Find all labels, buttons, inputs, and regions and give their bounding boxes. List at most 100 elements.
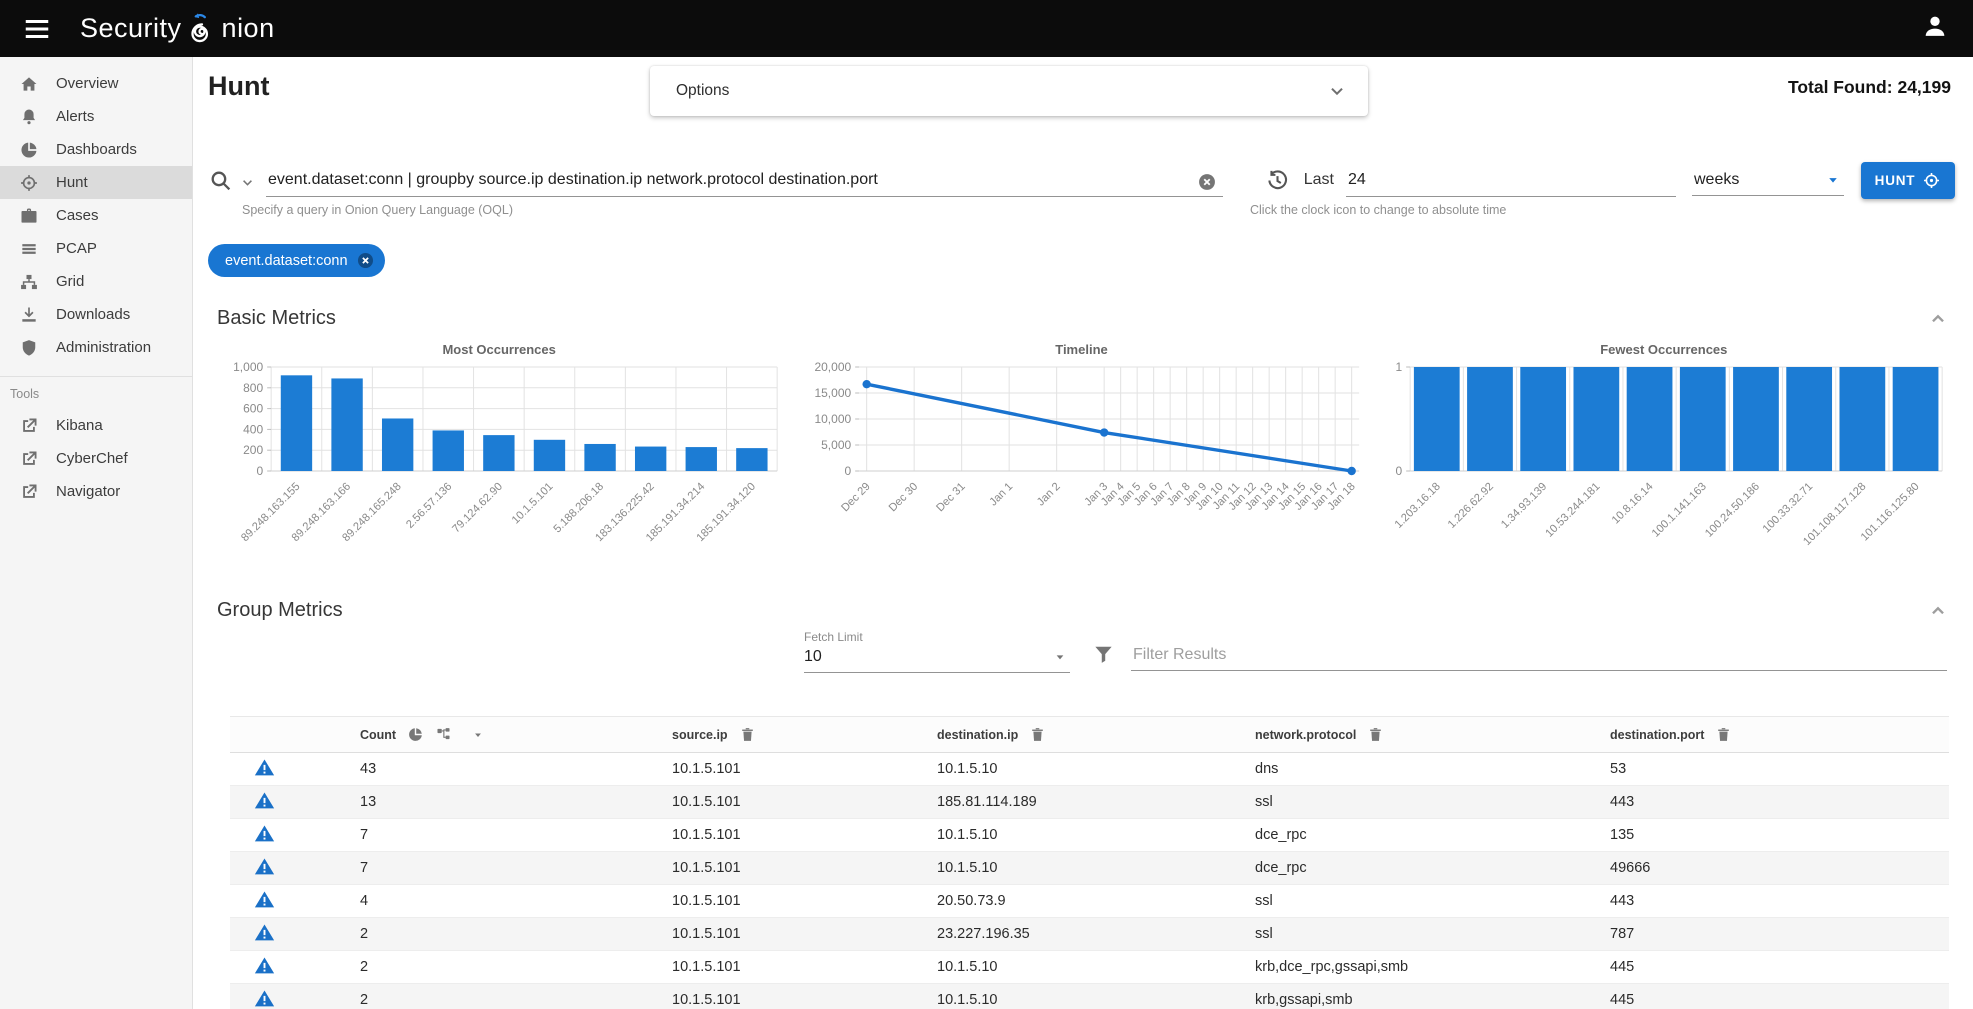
external-link-icon — [19, 449, 39, 469]
sidebar-item-administration[interactable]: Administration — [0, 331, 192, 364]
table-cell: 2 — [360, 918, 672, 951]
filter-chip[interactable]: event.dataset:conn — [208, 244, 385, 277]
table-cell: 185.81.114.189 — [937, 786, 1255, 819]
svg-text:0: 0 — [1395, 464, 1402, 478]
table-row: 410.1.5.10120.50.73.9ssl443 — [230, 885, 1949, 918]
sidebar-item-grid[interactable]: Grid — [0, 265, 192, 298]
table-cell: 10.1.5.101 — [672, 786, 937, 819]
warning-icon[interactable] — [254, 823, 275, 844]
pie-chart-icon[interactable] — [407, 726, 424, 743]
clear-query-icon[interactable] — [1197, 172, 1217, 192]
topbar: Security nion — [0, 0, 1973, 57]
sidebar-item-label: Overview — [56, 75, 119, 92]
group-metrics-table: Countsource.ipdestination.ipnetwork.prot… — [230, 716, 1949, 1009]
svg-text:Dec 30: Dec 30 — [887, 481, 921, 515]
sidebar-tool-cyberchef[interactable]: CyberChef — [0, 442, 192, 475]
warning-icon[interactable] — [254, 955, 275, 976]
svg-text:5,000: 5,000 — [821, 438, 851, 452]
trash-icon[interactable] — [1029, 726, 1046, 743]
sidebar-item-cases[interactable]: Cases — [0, 199, 192, 232]
table-cell: 7 — [360, 852, 672, 885]
warning-icon[interactable] — [254, 856, 275, 877]
sidebar-item-dashboards[interactable]: Dashboards — [0, 133, 192, 166]
table-row: 210.1.5.10123.227.196.35ssl787 — [230, 918, 1949, 951]
warning-icon[interactable] — [254, 988, 275, 1009]
chevron-down-icon — [1326, 80, 1348, 102]
table-row: 710.1.5.10110.1.5.10dce_rpc135 — [230, 819, 1949, 852]
sidebar-tool-navigator[interactable]: Navigator — [0, 475, 192, 508]
table-cell: 23.227.196.35 — [937, 918, 1255, 951]
options-expander[interactable]: Options — [650, 66, 1368, 116]
most-occurrences-chart: Most Occurrences02004006008001,00089.248… — [208, 342, 790, 581]
history-clock-icon[interactable] — [1265, 168, 1290, 193]
svg-text:1: 1 — [1395, 360, 1402, 374]
units-select[interactable]: weeks — [1692, 165, 1844, 196]
sidebar-tool-kibana[interactable]: Kibana — [0, 409, 192, 442]
options-label: Options — [676, 82, 729, 100]
sidebar: Overview AlertsDashboardsHunt Cases PCAPGri… — [0, 57, 193, 1009]
table-cell: 10.1.5.101 — [672, 819, 937, 852]
trash-icon[interactable] — [1367, 726, 1384, 743]
table-cell: 43 — [360, 753, 672, 786]
svg-text:200: 200 — [243, 443, 263, 457]
sidebar-item-overview[interactable]: Overview — [0, 67, 192, 100]
table-cell: dns — [1255, 753, 1610, 786]
app-window: Security nion Overview AlertsDashboardsHu… — [0, 0, 1973, 1009]
table-cell: 10.1.5.10 — [937, 819, 1255, 852]
sidebar-item-label: Cases — [56, 207, 99, 224]
time-hint: Click the clock icon to change to absolu… — [1250, 203, 1506, 217]
brand-text-left: Security — [80, 13, 182, 44]
shield-icon — [19, 338, 39, 358]
sidebar-tools: KibanaCyberChefNavigator — [0, 409, 192, 508]
search-icon[interactable] — [208, 168, 233, 193]
table-cell: 10.1.5.101 — [672, 852, 937, 885]
briefcase-icon — [19, 206, 39, 226]
table-row: 210.1.5.10110.1.5.10krb,gssapi,smb445 — [230, 984, 1949, 1009]
warning-icon[interactable] — [254, 790, 275, 811]
svg-text:1.226.62.92: 1.226.62.92 — [1445, 481, 1495, 531]
table-row: 210.1.5.10110.1.5.10krb,dce_rpc,gssapi,s… — [230, 951, 1949, 984]
column-label: destination.ip — [937, 728, 1018, 742]
table-row: 710.1.5.10110.1.5.10dce_rpc49666 — [230, 852, 1949, 885]
svg-text:Dec 29: Dec 29 — [840, 481, 874, 515]
hunt-button[interactable]: HUNT — [1861, 162, 1955, 199]
crosshair-icon — [19, 173, 39, 193]
column-header-network-protocol: network.protocol — [1255, 717, 1610, 753]
trash-icon[interactable] — [1715, 726, 1732, 743]
sidebar-item-pcap[interactable]: PCAP — [0, 232, 192, 265]
sidebar-item-hunt[interactable]: Hunt — [0, 166, 192, 199]
warning-icon[interactable] — [254, 922, 275, 943]
warning-icon[interactable] — [254, 757, 275, 778]
table-cell: 10.1.5.10 — [937, 984, 1255, 1009]
table-cell: 10.1.5.10 — [937, 753, 1255, 786]
groupby-icon[interactable] — [435, 726, 452, 743]
filter-results-input[interactable] — [1131, 640, 1947, 671]
sidebar-item-alerts[interactable]: Alerts — [0, 100, 192, 133]
table-row: 1310.1.5.101185.81.114.189ssl443 — [230, 786, 1949, 819]
svg-text:1.203.16.18: 1.203.16.18 — [1392, 481, 1442, 531]
menu-icon[interactable] — [22, 14, 52, 44]
svg-text:79.124.62.90: 79.124.62.90 — [450, 481, 505, 536]
column-label: network.protocol — [1255, 728, 1356, 742]
svg-text:1,000: 1,000 — [233, 360, 263, 374]
sidebar-item-downloads[interactable]: Downloads — [0, 298, 192, 331]
collapse-basic-metrics-icon[interactable] — [1927, 308, 1949, 330]
column-label: source.ip — [672, 728, 728, 742]
svg-text:2.56.57.136: 2.56.57.136 — [404, 481, 454, 531]
svg-text:600: 600 — [243, 402, 263, 416]
chip-remove-icon[interactable] — [356, 251, 375, 270]
query-history-caret-icon[interactable] — [239, 174, 256, 191]
caret-down-icon[interactable] — [471, 728, 485, 742]
fetch-limit-select[interactable]: Fetch Limit 10 — [804, 630, 1070, 673]
table-cell: 10.1.5.10 — [937, 951, 1255, 984]
svg-text:0: 0 — [256, 464, 263, 478]
table-cell: 20.50.73.9 — [937, 885, 1255, 918]
fewest-occurrences-chart: Fewest Occurrences011.203.16.181.226.62.… — [1373, 342, 1955, 581]
trash-icon[interactable] — [739, 726, 756, 743]
warning-icon[interactable] — [254, 889, 275, 910]
query-input[interactable] — [266, 164, 1223, 197]
svg-text:800: 800 — [243, 381, 263, 395]
collapse-group-metrics-icon[interactable] — [1927, 600, 1949, 622]
user-icon[interactable] — [1921, 12, 1949, 40]
duration-input[interactable] — [1346, 164, 1676, 197]
